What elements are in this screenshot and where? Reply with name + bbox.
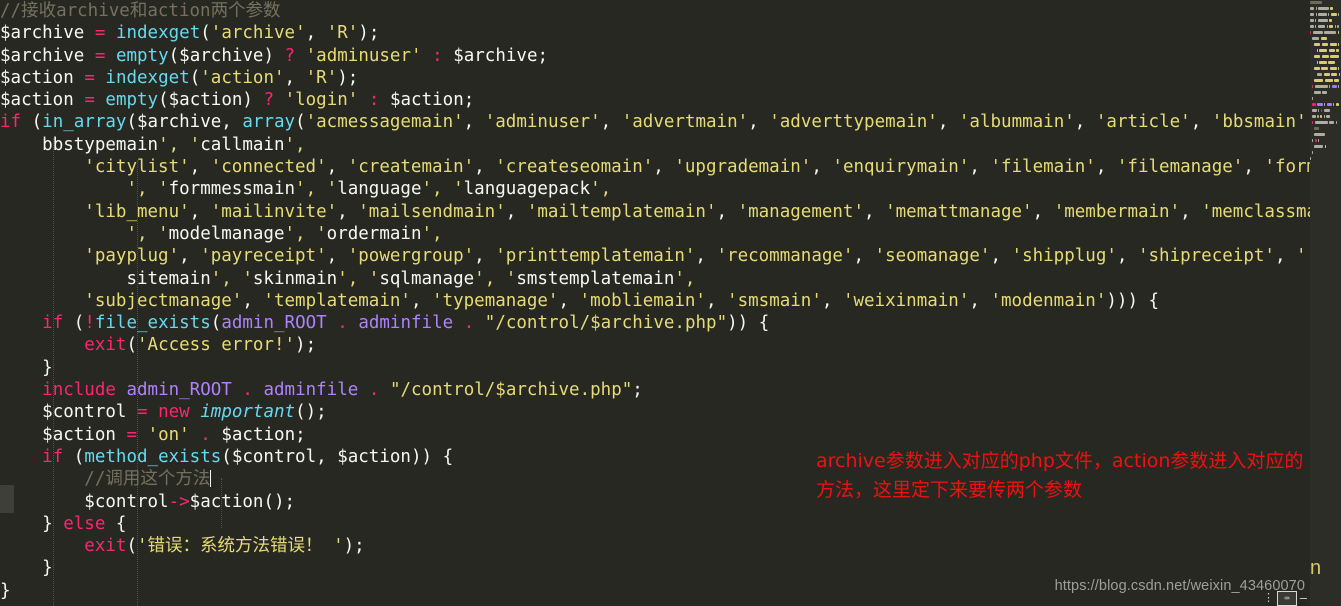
- code-line: if (method_exists($control, $action)) {: [42, 446, 454, 467]
- code-line: if (!file_exists(admin_ROOT . adminfile …: [42, 313, 770, 334]
- code-line: $action = empty($action) ? 'login' : $ac…: [0, 90, 475, 111]
- code-line: exit('Access error!');: [84, 335, 317, 356]
- code-line: include admin_ROOT . adminfile . "/contr…: [42, 380, 643, 401]
- code-text[interactable]: //接收archive和action两个参数 $archive = indexge…: [0, 0, 1310, 602]
- code-line: $control = new important();: [42, 402, 327, 423]
- code-line: //调用这个方法: [84, 469, 212, 490]
- editor-surface[interactable]: //接收archive和action两个参数 $archive = indexge…: [0, 0, 1310, 606]
- code-line: }: [0, 357, 53, 378]
- minimap-watermark-letter: n: [1310, 557, 1322, 579]
- code-line: $archive = indexget('archive', 'R');: [0, 23, 380, 44]
- code-line: 'payplug', 'payreceipt', 'powergroup', '…: [84, 246, 1307, 267]
- code-line: } else {: [0, 513, 127, 534]
- code-editor-window: //接收archive和action两个参数 $archive = indexge…: [0, 0, 1341, 606]
- code-line: 'citylist', 'connected', 'createmain', '…: [84, 157, 1310, 178]
- code-line: $control->$action();: [84, 491, 296, 512]
- more-options-icon[interactable]: ⋮: [1263, 592, 1274, 603]
- code-line: bbstypemain', 'callmain',: [42, 134, 306, 155]
- minimap-row: [1310, 156, 1341, 162]
- code-line: exit('错误：系统方法错误！ ');: [84, 536, 365, 557]
- code-line: ', 'formmessmain', 'language', 'language…: [126, 179, 612, 200]
- code-line: }: [0, 558, 53, 579]
- minimap-code-preview: [1310, 0, 1341, 162]
- corner-widget[interactable]: ⋮ ⌨ —: [1263, 590, 1307, 606]
- code-line: ', 'modelmanage', 'ordermain',: [126, 223, 443, 244]
- minimize-icon[interactable]: —: [1300, 591, 1307, 605]
- code-line: if (in_array($archive, array('acmessagem…: [0, 112, 1310, 133]
- code-line: 'lib_menu', 'mailinvite', 'mailsendmain'…: [84, 201, 1310, 222]
- code-line: $archive = empty($archive) ? 'adminuser'…: [0, 45, 549, 66]
- code-line: sitemain', 'skinmain', 'sqlmanage', 'sms…: [126, 268, 696, 289]
- code-line: $action = indexget('action', 'R');: [0, 67, 359, 88]
- keyboard-icon[interactable]: ⌨: [1277, 590, 1297, 606]
- code-line: $action = 'on' . $action;: [42, 424, 306, 445]
- code-line: 'subjectmanage', 'templatemain', 'typema…: [84, 290, 1160, 311]
- minimap[interactable]: n: [1310, 0, 1341, 606]
- code-line: //接收archive和action两个参数: [0, 1, 281, 21]
